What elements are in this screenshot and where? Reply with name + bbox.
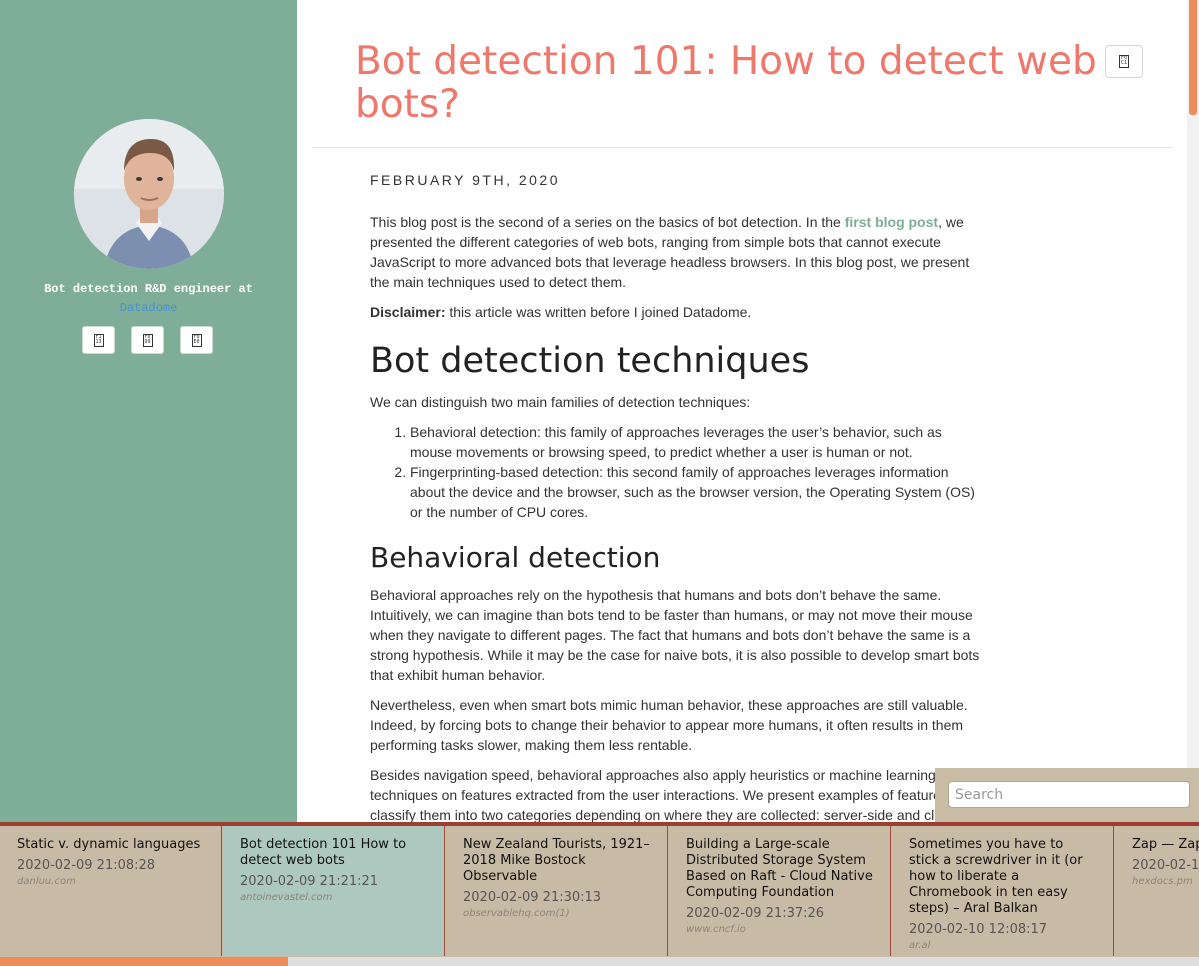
share-icon: F0 C1 xyxy=(1119,55,1129,68)
page-title: Bot detection 101: How to detect web bot… xyxy=(355,39,1097,127)
intro-paragraph: This blog post is the second of a series… xyxy=(370,214,970,290)
article-area: Bot detection 101: How to detect web bot… xyxy=(297,0,1187,822)
card-title: Sometimes you have to stick a screwdrive… xyxy=(909,837,1083,916)
card-domain: observablehq.com(1) xyxy=(463,908,570,919)
list-item: Fingerprinting-based detection: this sec… xyxy=(410,462,982,522)
reading-list-bar: Static v. dynamic languages 2020-02-09 2… xyxy=(0,822,1199,966)
sidebar: Bot detection R&D engineer at Datadome F… xyxy=(0,0,297,822)
card-title: Zap — Zap xyxy=(1132,837,1199,852)
card-title: New Zealand Tourists, 1921–2018 Mike Bos… xyxy=(463,837,650,884)
author-tagline: Bot detection R&D engineer at Datadome xyxy=(0,280,297,318)
behavioral-paragraph-2: Nevertheless, even when smart bots mimic… xyxy=(370,697,968,753)
disclaimer-paragraph: Disclaimer: this article was written bef… xyxy=(370,304,752,320)
reading-list-card[interactable]: Sometimes you have to stick a screwdrive… xyxy=(892,826,1114,956)
behavioral-paragraph-3: Besides navigation speed, behavioral app… xyxy=(370,767,975,822)
card-timestamp: 2020-02-09 21:08:28 xyxy=(17,858,156,873)
heading-techniques: Bot detection techniques xyxy=(370,341,810,381)
reading-progress-bar xyxy=(0,957,1199,966)
reading-progress-fill xyxy=(0,957,288,966)
card-title: Static v. dynamic languages xyxy=(17,837,201,852)
github-link[interactable]: F1 13 xyxy=(82,326,115,354)
behavioral-paragraph-1: Behavioral approaches rely on the hypoth… xyxy=(370,587,980,683)
search-input[interactable] xyxy=(948,781,1190,808)
reading-list-card[interactable]: Zap — Zap 2020-02-1 hexdocs.pm xyxy=(1115,826,1199,956)
reading-list-card[interactable]: Building a Large-scale Distributed Stora… xyxy=(669,826,891,956)
card-title: Bot detection 101 How to detect web bots xyxy=(240,837,407,868)
share-button[interactable]: F0 C1 xyxy=(1105,45,1143,78)
card-timestamp: 2020-02-09 21:37:26 xyxy=(686,906,825,921)
heading-behavioral: Behavioral detection xyxy=(370,541,661,574)
twitter-icon: F0 99 xyxy=(142,333,153,347)
card-timestamp: 2020-02-09 21:30:13 xyxy=(463,890,602,905)
publish-date: FEBRUARY 9TH, 2020 xyxy=(370,172,560,188)
card-domain: hexdocs.pm xyxy=(1132,876,1193,887)
first-blog-post-link[interactable]: first blog post xyxy=(845,214,938,230)
reading-list-card[interactable]: New Zealand Tourists, 1921–2018 Mike Bos… xyxy=(446,826,668,956)
author-avatar xyxy=(74,119,224,269)
tagline-text: Bot detection R&D engineer at xyxy=(44,282,253,296)
card-timestamp: 2020-02-10 12:08:17 xyxy=(909,922,1048,937)
card-domain: ar.al xyxy=(909,940,931,951)
card-domain: www.cncf.io xyxy=(686,924,746,935)
reading-list-card[interactable]: Static v. dynamic languages 2020-02-09 2… xyxy=(0,826,222,956)
techniques-intro: We can distinguish two main families of … xyxy=(370,394,751,410)
github-icon: F1 13 xyxy=(93,333,104,347)
scrollbar-thumb[interactable] xyxy=(1189,0,1197,115)
reading-list-card-active[interactable]: Bot detection 101 How to detect web bots… xyxy=(223,826,445,956)
card-title: Building a Large-scale Distributed Stora… xyxy=(686,837,873,900)
title-divider xyxy=(312,147,1172,148)
article-content: FEBRUARY 9TH, 2020 This blog post is the… xyxy=(370,170,982,822)
card-domain: danluu.com xyxy=(17,876,76,887)
card-domain: antoinevastel.com xyxy=(240,892,333,903)
twitter-link[interactable]: F0 99 xyxy=(131,326,164,354)
card-timestamp: 2020-02-1 xyxy=(1132,858,1199,873)
linkedin-icon: F0 E0 xyxy=(191,333,202,347)
employer-link[interactable]: Datadome xyxy=(0,299,297,318)
card-timestamp: 2020-02-09 21:21:21 xyxy=(240,874,379,889)
linkedin-link[interactable]: F0 E0 xyxy=(180,326,213,354)
disclaimer-label: Disclaimer: xyxy=(370,304,446,320)
techniques-list: Behavioral detection: this family of app… xyxy=(370,422,982,522)
search-panel xyxy=(935,768,1199,824)
list-item: Behavioral detection: this family of app… xyxy=(410,422,982,462)
page-scrollbar[interactable] xyxy=(1187,0,1199,822)
